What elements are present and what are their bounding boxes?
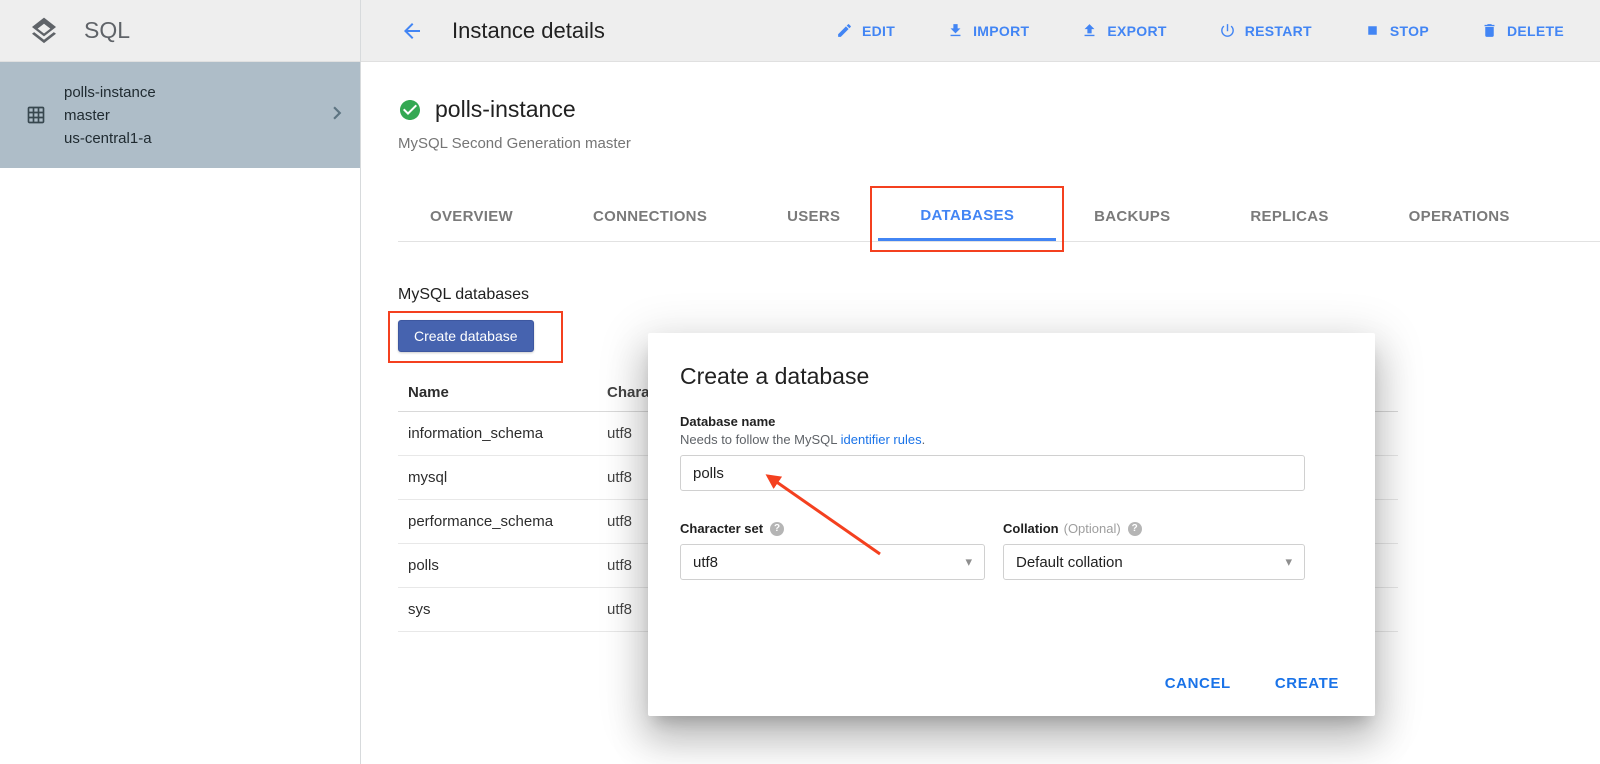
tab-replicas[interactable]: REPLICAS bbox=[1250, 192, 1328, 241]
tab-connections[interactable]: CONNECTIONS bbox=[593, 192, 707, 241]
export-button[interactable]: EXPORT bbox=[1081, 22, 1166, 39]
tab-overview[interactable]: OVERVIEW bbox=[430, 192, 513, 241]
identifier-rules-link[interactable]: identifier rules bbox=[841, 432, 922, 447]
header-actions: EDIT IMPORT EXPORT RESTART STOP bbox=[836, 22, 1564, 39]
stop-button[interactable]: STOP bbox=[1364, 22, 1429, 39]
header: Instance details EDIT IMPORT EXPORT REST… bbox=[360, 0, 1600, 61]
sidebar: polls-instance master us-central1-a bbox=[0, 62, 360, 764]
create-database-dialog: Create a database Database name Needs to… bbox=[648, 333, 1375, 716]
create-button[interactable]: CREATE bbox=[1275, 675, 1339, 692]
dialog-actions: CANCEL CREATE bbox=[1165, 675, 1339, 692]
collation-optional-label: (Optional) bbox=[1064, 521, 1121, 536]
import-icon bbox=[947, 22, 964, 39]
app-root: SQL Instance details EDIT IMPORT EXPORT bbox=[0, 0, 1600, 764]
delete-button[interactable]: DELETE bbox=[1481, 22, 1564, 39]
create-database-button[interactable]: Create database bbox=[398, 320, 534, 352]
status-check-icon bbox=[398, 98, 422, 122]
back-arrow-icon bbox=[400, 19, 424, 43]
dropdown-caret-icon: ▾ bbox=[1285, 554, 1292, 570]
column-header-name: Name bbox=[398, 384, 607, 401]
stop-icon bbox=[1364, 22, 1381, 39]
instance-subtitle: MySQL Second Generation master bbox=[398, 135, 1600, 152]
charset-label: Character set bbox=[680, 521, 763, 536]
sql-product-logo-icon bbox=[28, 15, 60, 47]
delete-icon bbox=[1481, 22, 1498, 39]
product-name: SQL bbox=[84, 17, 130, 44]
section-title: MySQL databases bbox=[398, 286, 1600, 304]
collation-label: Collation bbox=[1003, 521, 1059, 536]
instance-zone: us-central1-a bbox=[64, 127, 156, 150]
collation-select[interactable]: Default collation ▾ bbox=[1003, 544, 1305, 580]
tab-operations[interactable]: OPERATIONS bbox=[1409, 192, 1510, 241]
tab-users[interactable]: USERS bbox=[787, 192, 840, 241]
dropdown-caret-icon: ▾ bbox=[965, 554, 972, 570]
database-name-help: Needs to follow the MySQL identifier rul… bbox=[680, 432, 1343, 447]
charset-help-icon[interactable]: ? bbox=[770, 522, 784, 536]
export-icon bbox=[1081, 22, 1098, 39]
chevron-right-icon bbox=[324, 100, 350, 126]
back-button[interactable] bbox=[400, 19, 424, 43]
database-name-input[interactable] bbox=[680, 455, 1305, 491]
instance-title: polls-instance bbox=[435, 96, 576, 123]
database-name-label: Database name bbox=[680, 414, 1343, 429]
restart-button[interactable]: RESTART bbox=[1219, 22, 1312, 39]
edit-button[interactable]: EDIT bbox=[836, 22, 895, 39]
import-button[interactable]: IMPORT bbox=[947, 22, 1029, 39]
edit-icon bbox=[836, 22, 853, 39]
brand: SQL bbox=[0, 0, 360, 61]
collation-help-icon[interactable]: ? bbox=[1128, 522, 1142, 536]
tab-bar: OVERVIEW CONNECTIONS USERS DATABASES BAC… bbox=[398, 192, 1600, 242]
instance-name: polls-instance bbox=[64, 81, 156, 104]
tab-backups[interactable]: BACKUPS bbox=[1094, 192, 1170, 241]
instance-header: polls-instance bbox=[361, 62, 1600, 123]
instance-grid-icon bbox=[26, 105, 46, 125]
tab-databases[interactable]: DATABASES bbox=[878, 192, 1056, 241]
charset-select[interactable]: utf8 ▾ bbox=[680, 544, 985, 580]
top-bar: SQL Instance details EDIT IMPORT EXPORT bbox=[0, 0, 1600, 62]
sidebar-divider bbox=[360, 0, 361, 764]
restart-icon bbox=[1219, 22, 1236, 39]
sidebar-item-instance[interactable]: polls-instance master us-central1-a bbox=[0, 62, 360, 168]
cancel-button[interactable]: CANCEL bbox=[1165, 675, 1231, 692]
dialog-title: Create a database bbox=[680, 363, 1343, 390]
instance-summary: polls-instance master us-central1-a bbox=[64, 81, 156, 150]
page-title: Instance details bbox=[452, 18, 605, 44]
instance-role: master bbox=[64, 104, 156, 127]
